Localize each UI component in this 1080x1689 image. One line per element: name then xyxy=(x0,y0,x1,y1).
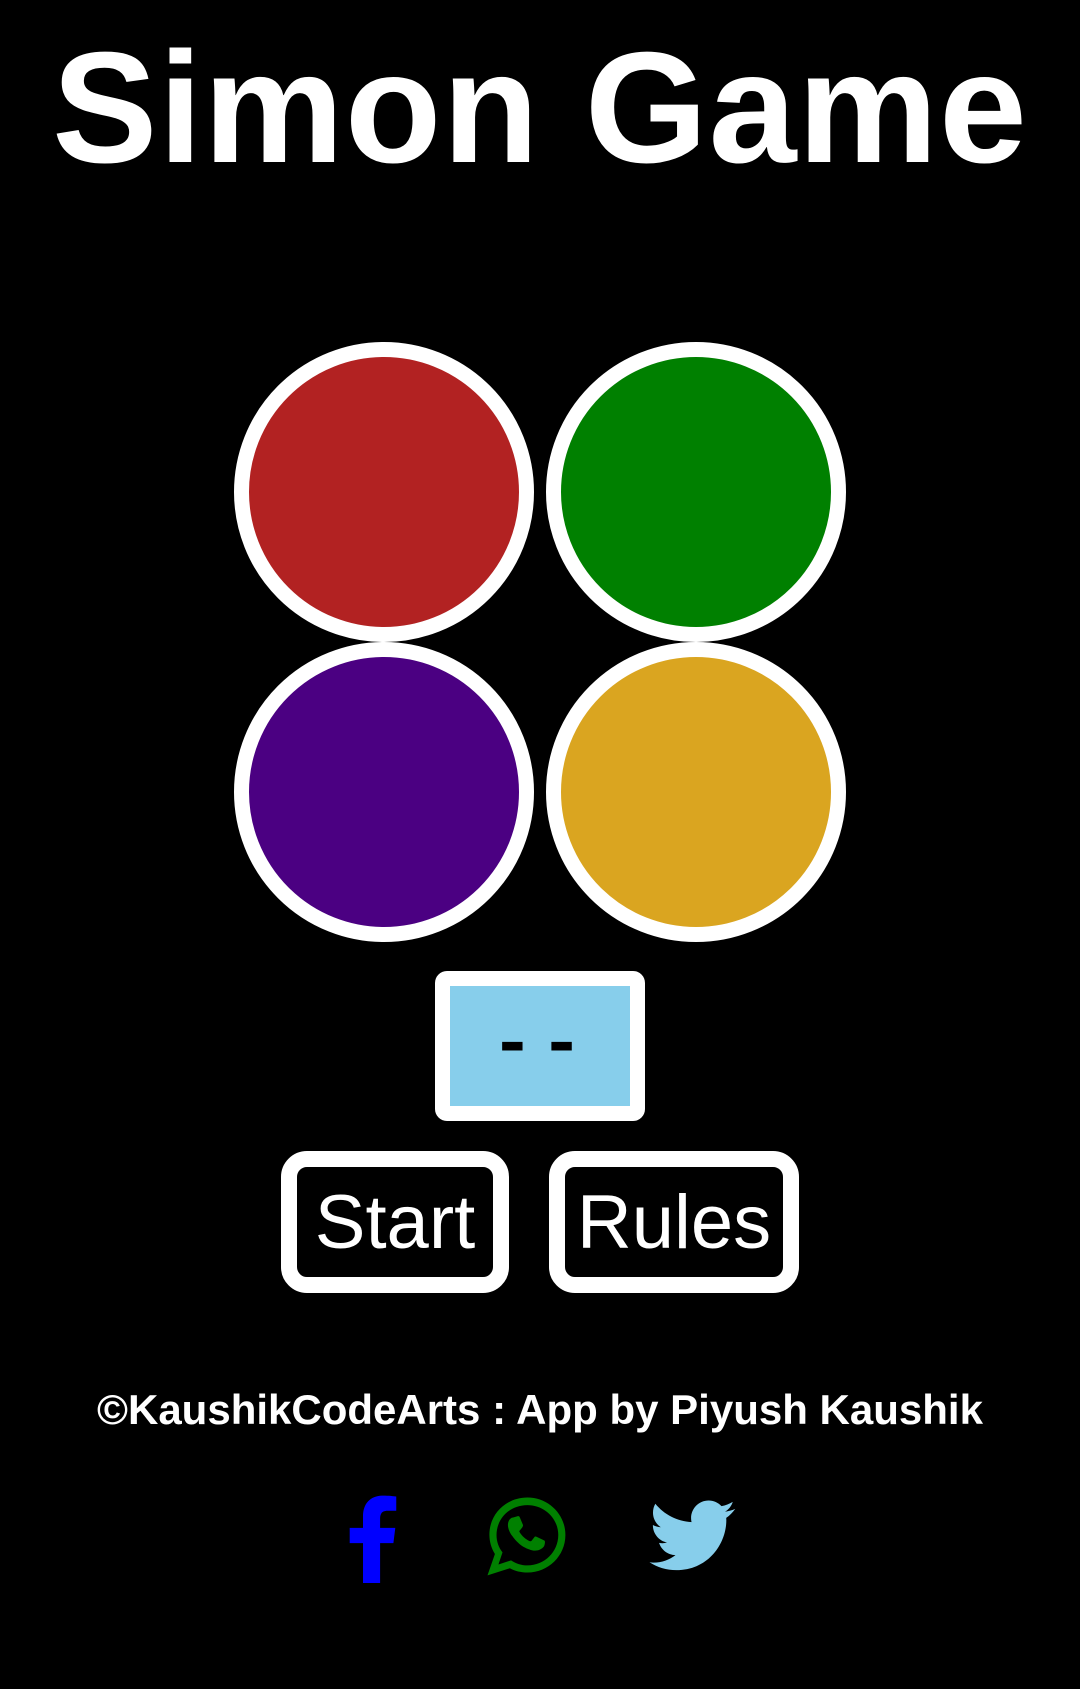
whatsapp-icon xyxy=(487,1497,566,1576)
yellow-pad[interactable] xyxy=(546,642,846,942)
facebook-icon xyxy=(349,1495,397,1583)
twitter-link[interactable] xyxy=(645,1488,740,1583)
start-button[interactable]: Start xyxy=(281,1151,509,1293)
score-value: -- xyxy=(490,1005,590,1087)
page-title: Simon Game xyxy=(52,20,1028,196)
green-pad[interactable] xyxy=(546,342,846,642)
footer-credit: ©KaushikCodeArts : App by Piyush Kaushik xyxy=(97,1386,983,1433)
whatsapp-link[interactable] xyxy=(478,1488,573,1583)
simon-game-screen: Simon Game -- Start Rules ©KaushikCodeAr… xyxy=(0,0,1080,1689)
twitter-icon xyxy=(649,1500,736,1571)
score-display: -- xyxy=(435,971,645,1121)
red-pad[interactable] xyxy=(234,342,534,642)
facebook-link[interactable] xyxy=(325,1488,420,1583)
purple-pad[interactable] xyxy=(234,642,534,942)
rules-button[interactable]: Rules xyxy=(549,1151,799,1293)
